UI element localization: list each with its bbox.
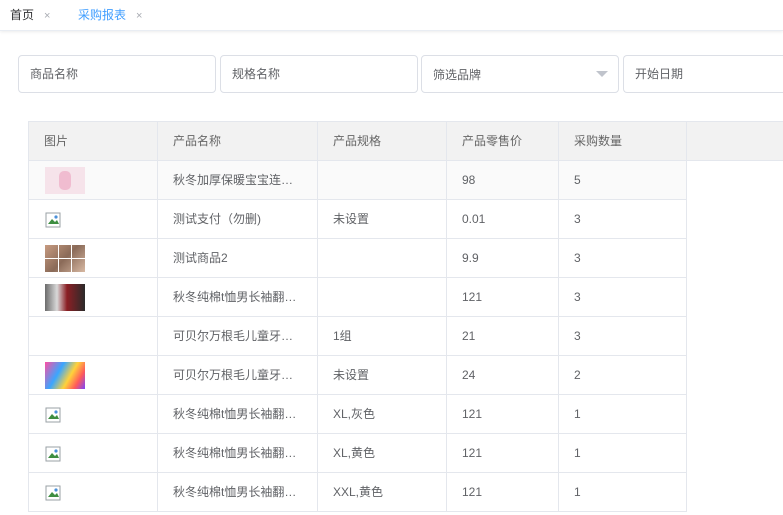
broken-image-icon [45, 485, 61, 501]
header-retail-price: 产品零售价 [447, 122, 559, 160]
purchase-qty-cell: 2 [559, 356, 687, 394]
product-name-cell: 秋冬纯棉t恤男长袖翻… [158, 434, 318, 472]
table-row: 秋冬纯棉t恤男长袖翻… 121 3 [28, 278, 687, 317]
dark-clothing-thumb [45, 284, 85, 311]
purchase-qty-cell: 3 [559, 278, 687, 316]
broken-image-icon [45, 446, 61, 462]
product-spec-cell: 未设置 [318, 200, 447, 238]
purchase-qty-cell: 3 [559, 239, 687, 277]
start-date-field-wrap [623, 55, 783, 93]
table-row: 测试支付（勿删) 未设置 0.01 3 [28, 200, 687, 239]
retail-price-cell: 98 [447, 161, 559, 199]
pink-clothing-thumb [45, 167, 85, 194]
image-cell [28, 161, 158, 199]
brand-select[interactable]: 筛选品牌 [421, 55, 619, 93]
broken-image-icon [45, 212, 61, 228]
table-row: 秋冬纯棉t恤男长袖翻… XXL,黄色 121 1 [28, 473, 687, 512]
purchase-qty-cell: 5 [559, 161, 687, 199]
product-spec-cell: XL,黄色 [318, 434, 447, 472]
product-spec-cell: XXL,黄色 [318, 473, 447, 511]
table-row: 秋冬加厚保暖宝宝连… 98 5 [28, 161, 687, 200]
tab-purchase-report-close-icon[interactable]: × [136, 1, 142, 31]
purchase-qty-cell: 1 [559, 434, 687, 472]
image-cell [28, 395, 158, 433]
purchase-qty-cell: 1 [559, 395, 687, 433]
tab-home-label: 首页 [10, 8, 35, 22]
tab-purchase-report-label: 采购报表 [78, 8, 127, 22]
product-spec-cell [318, 278, 447, 316]
product-name-input[interactable] [19, 56, 215, 92]
retail-price-cell: 121 [447, 434, 559, 472]
purchase-qty-cell: 3 [559, 317, 687, 355]
product-spec-cell: 1组 [318, 317, 447, 355]
table-row: 秋冬纯棉t恤男长袖翻… XL,灰色 121 1 [28, 395, 687, 434]
retail-price-cell: 121 [447, 395, 559, 433]
tab-home-close-icon[interactable]: × [44, 1, 50, 31]
retail-price-cell: 121 [447, 473, 559, 511]
table-row: 秋冬纯棉t恤男长袖翻… XL,黄色 121 1 [28, 434, 687, 473]
image-cell [28, 278, 158, 316]
retail-price-cell: 21 [447, 317, 559, 355]
photo-grid-thumb [45, 245, 85, 272]
image-cell [28, 239, 158, 277]
product-spec-cell: XL,灰色 [318, 395, 447, 433]
retail-price-cell: 0.01 [447, 200, 559, 238]
product-name-field-wrap [18, 55, 216, 93]
product-spec-cell [318, 239, 447, 277]
product-name-cell: 秋冬纯棉t恤男长袖翻… [158, 395, 318, 433]
retail-price-cell: 121 [447, 278, 559, 316]
product-spec-cell [318, 161, 447, 199]
brand-select-text: 筛选品牌 [433, 68, 482, 82]
image-cell [28, 356, 158, 394]
image-cell [28, 434, 158, 472]
table-header: 图片 产品名称 产品规格 产品零售价 采购数量 [28, 121, 783, 161]
purchase-qty-cell: 1 [559, 473, 687, 511]
image-cell [28, 317, 158, 355]
product-name-cell: 秋冬加厚保暖宝宝连… [158, 161, 318, 199]
colorful-product-thumb [45, 362, 85, 389]
image-cell [28, 473, 158, 511]
product-name-cell: 测试支付（勿删) [158, 200, 318, 238]
purchase-qty-cell: 3 [559, 200, 687, 238]
product-name-cell: 秋冬纯棉t恤男长袖翻… [158, 278, 318, 316]
table-row: 可贝尔万根毛儿童牙… 1组 21 3 [28, 317, 687, 356]
product-name-cell: 秋冬纯棉t恤男长袖翻… [158, 473, 318, 511]
table-row: 可贝尔万根毛儿童牙… 未设置 24 2 [28, 356, 687, 395]
header-image: 图片 [28, 122, 158, 160]
chevron-down-icon [596, 71, 608, 77]
header-product-spec: 产品规格 [318, 122, 447, 160]
retail-price-cell: 24 [447, 356, 559, 394]
start-date-input[interactable] [624, 56, 783, 92]
spec-name-input[interactable] [221, 56, 417, 92]
tab-bar: 首页 × 采购报表 × [0, 0, 783, 31]
product-spec-cell: 未设置 [318, 356, 447, 394]
spec-name-field-wrap [220, 55, 418, 93]
header-product-name: 产品名称 [158, 122, 318, 160]
image-cell [28, 200, 158, 238]
product-name-cell: 测试商品2 [158, 239, 318, 277]
product-name-cell: 可贝尔万根毛儿童牙… [158, 317, 318, 355]
tab-purchase-report[interactable]: 采购报表 × [78, 0, 142, 30]
product-name-cell: 可贝尔万根毛儿童牙… [158, 356, 318, 394]
table-row: 测试商品2 9.9 3 [28, 239, 687, 278]
broken-image-icon [45, 407, 61, 423]
retail-price-cell: 9.9 [447, 239, 559, 277]
header-purchase-qty: 采购数量 [559, 122, 687, 160]
tab-home[interactable]: 首页 × [10, 0, 50, 30]
